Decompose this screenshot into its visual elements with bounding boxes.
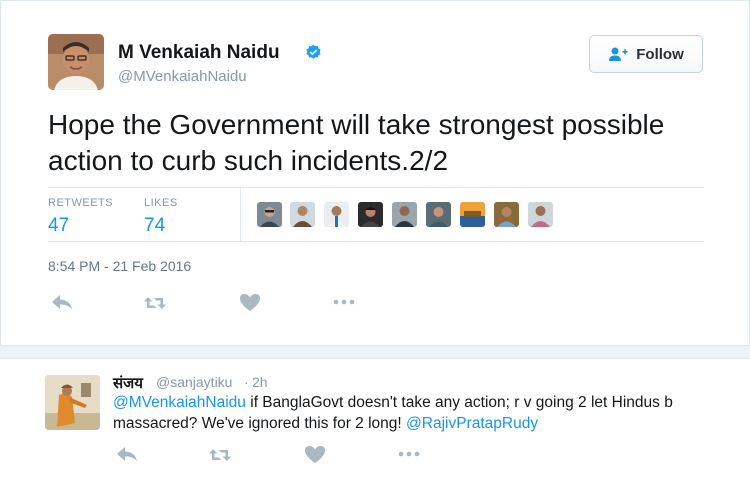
likes-count: 74 <box>144 215 166 236</box>
reply-text: @MVenkaiahNaidu if BanglaGovt doesn't ta… <box>113 392 723 434</box>
author-handle[interactable]: @MVenkaiahNaidu <box>118 68 247 85</box>
tweet-text: Hope the Government will take strongest … <box>48 109 665 176</box>
liker-avatar[interactable] <box>290 202 315 227</box>
retweets-label: RETWEETS <box>48 197 114 209</box>
more-icon[interactable] <box>397 444 421 464</box>
mention-link[interactable]: @RajivPratapRudy <box>406 415 538 432</box>
reply-author-name[interactable]: संजय <box>113 373 143 393</box>
likes-stat[interactable]: LIKES 74 <box>144 197 178 237</box>
reply-icon[interactable] <box>50 292 74 312</box>
liker-avatar[interactable] <box>257 202 282 227</box>
verified-badge-icon <box>306 44 321 59</box>
mention-link[interactable]: @MVenkaiahNaidu <box>113 394 246 411</box>
author-name[interactable]: M Venkaiah Naidu <box>118 42 280 64</box>
add-user-icon <box>609 47 628 61</box>
reply-icon[interactable] <box>115 444 139 464</box>
reply-avatar[interactable] <box>45 375 100 430</box>
likes-label: LIKES <box>144 197 178 209</box>
liker-avatar[interactable] <box>392 202 417 227</box>
like-icon[interactable] <box>238 292 262 312</box>
follow-label: Follow <box>636 45 684 63</box>
retweets-count: 47 <box>48 215 70 236</box>
retweet-icon[interactable] <box>208 445 232 465</box>
conversation-divider <box>0 345 750 359</box>
liker-avatar[interactable] <box>494 202 519 227</box>
stats-divider <box>240 188 241 241</box>
liker-avatar[interactable] <box>358 202 383 227</box>
liker-avatar[interactable] <box>426 202 451 227</box>
author-avatar[interactable] <box>48 34 104 90</box>
liker-avatar[interactable] <box>460 202 485 227</box>
reply-separator: · <box>244 374 249 390</box>
like-icon[interactable] <box>303 444 327 464</box>
retweet-icon[interactable] <box>143 293 167 313</box>
liker-avatar[interactable] <box>528 202 553 227</box>
reply-author-handle[interactable]: @sanjaytiku <box>156 374 232 390</box>
top-border <box>0 0 750 1</box>
tweet-stats: RETWEETS 47 LIKES 74 <box>48 187 704 242</box>
follow-button[interactable]: Follow <box>589 35 703 73</box>
liker-avatar[interactable] <box>324 202 349 227</box>
tweet-timestamp[interactable]: 8:54 PM - 21 Feb 2016 <box>48 258 191 274</box>
reply-time[interactable]: 2h <box>252 374 268 390</box>
left-edge <box>0 0 1 345</box>
more-icon[interactable] <box>332 292 356 312</box>
retweets-stat[interactable]: RETWEETS 47 <box>48 197 113 237</box>
